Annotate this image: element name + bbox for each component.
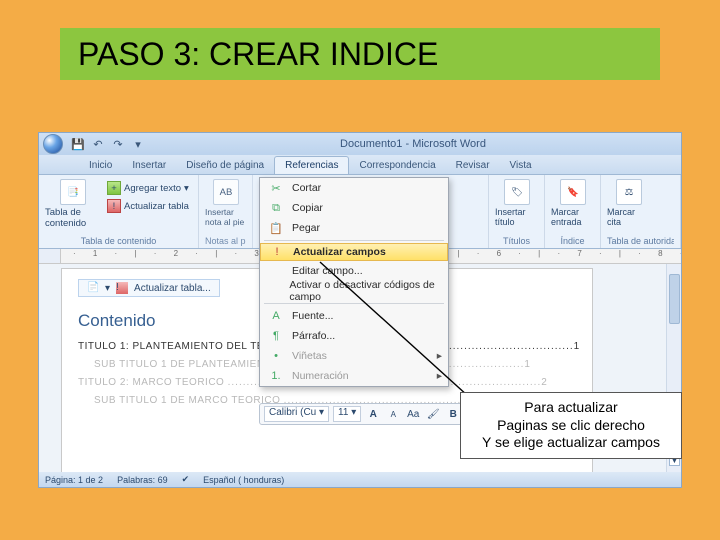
callout-pointer <box>0 0 720 540</box>
callout-note: Para actualizar Paginas se clic derecho … <box>460 392 682 459</box>
callout-line-1: Para actualizar <box>471 399 671 417</box>
callout-line-2: Paginas se clic derecho <box>471 417 671 435</box>
callout-line-3: Y se elige actualizar campos <box>471 434 671 452</box>
